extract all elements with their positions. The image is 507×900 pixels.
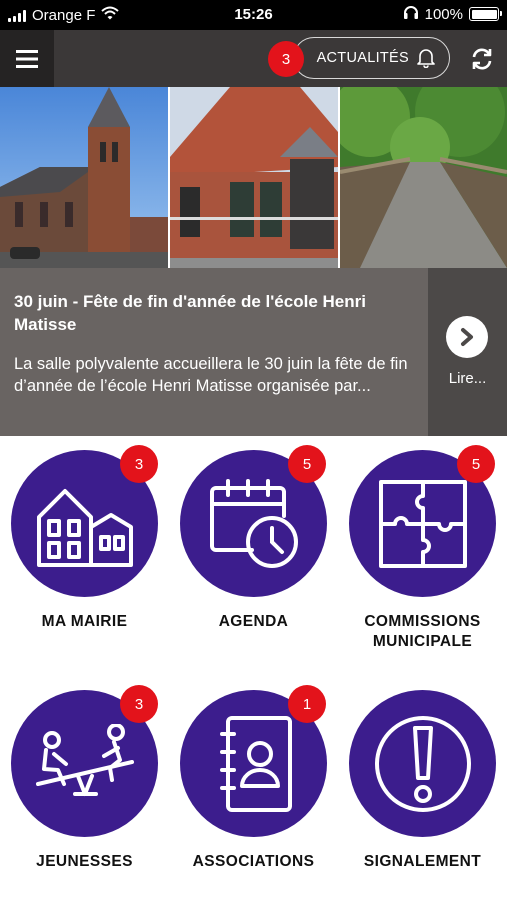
tile-badge: 5 xyxy=(457,445,495,483)
church-photo xyxy=(0,87,168,268)
battery-icon xyxy=(469,7,502,21)
alert-icon xyxy=(349,690,496,837)
news-title: 30 juin - Fête de fin d'année de l'école… xyxy=(14,292,366,334)
menu-button[interactable] xyxy=(0,30,54,87)
boardwalk-photo xyxy=(340,87,507,268)
battery-percent: 100% xyxy=(424,5,463,23)
read-more-label: Lire... xyxy=(448,370,487,387)
news-card[interactable]: 30 juin - Fête de fin d'année de l'école… xyxy=(0,268,507,436)
tile-agenda[interactable]: 5 AGENDA xyxy=(169,440,338,660)
tile-label: SIGNALEMENT xyxy=(363,853,482,870)
news-button[interactable]: ACTUALITÉS xyxy=(293,37,450,79)
read-more-button[interactable]: Lire... xyxy=(428,268,507,436)
tile-label: COMMISSIONS MUNICIPALE xyxy=(338,612,507,652)
tile-commissions-municipale[interactable]: 5 COMMISSIONS MUNICIPALE xyxy=(338,440,507,660)
bell-icon xyxy=(417,49,435,68)
tile-badge: 1 xyxy=(288,685,326,723)
tile-label: ASSOCIATIONS xyxy=(192,853,315,870)
news-photo-strip[interactable] xyxy=(0,87,507,268)
tile-label: JEUNESSES xyxy=(36,853,133,870)
tile-signalement[interactable]: SIGNALEMENT xyxy=(338,680,507,900)
menu-icon xyxy=(16,49,38,68)
chevron-right-icon xyxy=(446,316,488,358)
app-header: ACTUALITÉS 3 xyxy=(0,30,507,87)
tile-ma-mairie[interactable]: 3 MA MAIRIE xyxy=(0,440,169,660)
news-summary: La salle polyvalente accueillera le 30 j… xyxy=(14,355,408,395)
status-bar: Orange F 15:26 100% xyxy=(0,0,507,30)
refresh-button[interactable] xyxy=(465,42,499,76)
tile-associations[interactable]: 1 ASSOCIATIONS xyxy=(169,680,338,900)
tile-label: AGENDA xyxy=(218,613,289,630)
tile-badge: 3 xyxy=(120,685,158,723)
tile-badge: 3 xyxy=(120,445,158,483)
news-label: ACTUALITÉS xyxy=(316,50,409,66)
school-photo xyxy=(170,87,338,268)
news-count-badge: 3 xyxy=(268,41,304,77)
refresh-icon xyxy=(472,48,492,70)
tile-jeunesses[interactable]: 3 JEUNESSES xyxy=(0,680,169,900)
tile-label-line2: MUNICIPALE xyxy=(372,633,473,650)
tile-label-line1: COMMISSIONS xyxy=(364,613,481,630)
tile-badge: 5 xyxy=(288,445,326,483)
tile-label: MA MAIRIE xyxy=(41,613,128,630)
headphones-icon xyxy=(403,5,419,23)
